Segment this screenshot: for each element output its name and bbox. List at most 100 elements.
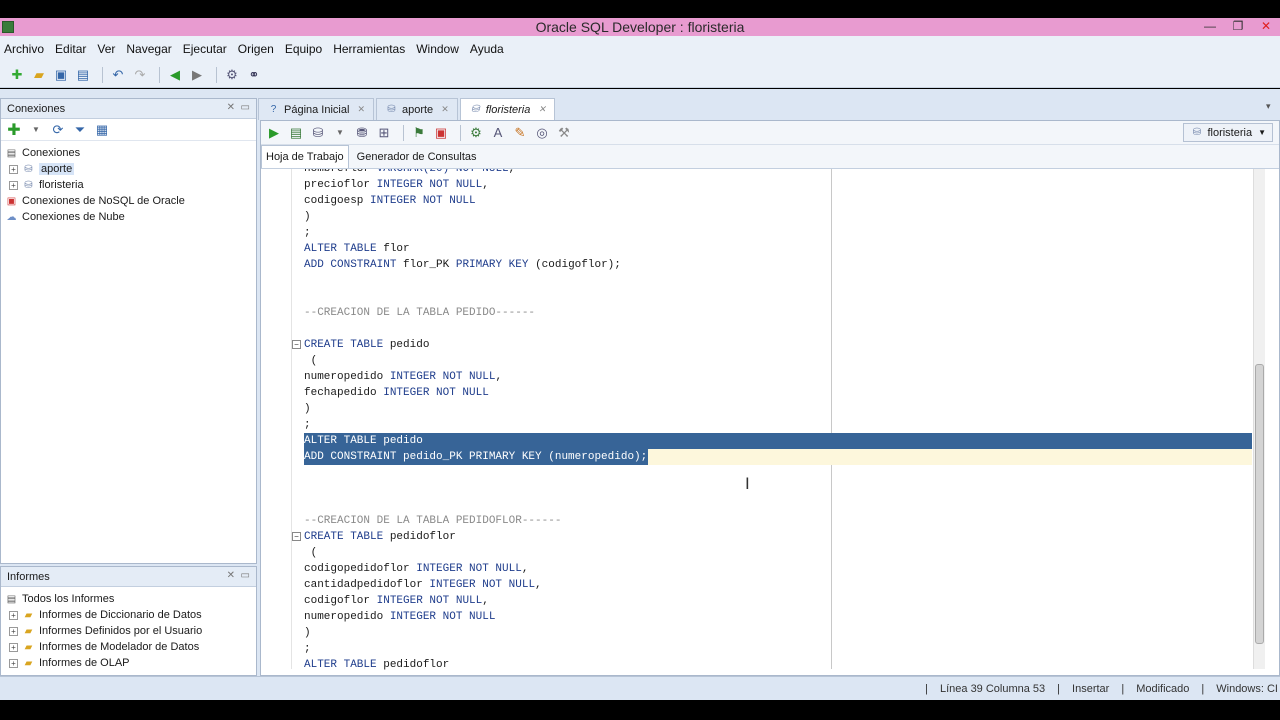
- tree-root-reports[interactable]: ▤ Todos los Informes: [5, 591, 252, 607]
- tree-root-connections[interactable]: ▤ Conexiones: [5, 145, 252, 161]
- tree-node-floristeria[interactable]: + ⛁ floristeria: [5, 177, 252, 193]
- panel-controls-icon[interactable]: ✕ ▭: [227, 570, 250, 581]
- code-line: ): [304, 403, 311, 415]
- menu-origen[interactable]: Origen: [238, 42, 274, 56]
- undo-icon[interactable]: ↶: [109, 66, 127, 84]
- separator: [216, 66, 217, 83]
- code-line: ): [304, 211, 311, 223]
- status-separator: |: [1201, 682, 1205, 695]
- expand-icon[interactable]: +: [9, 658, 18, 668]
- forward-icon[interactable]: ▶: [188, 66, 206, 84]
- menu-ayuda[interactable]: Ayuda: [470, 42, 504, 56]
- tree-node-report[interactable]: + ▰ Informes de Modelador de Datos: [5, 639, 252, 655]
- minimize-button[interactable]: —: [1196, 18, 1224, 36]
- commit-icon[interactable]: ⛁: [309, 124, 327, 142]
- tree-label: Todos los Informes: [22, 593, 115, 605]
- run-script-icon[interactable]: ▤: [287, 124, 305, 142]
- open-folder-icon[interactable]: ▰: [30, 66, 48, 84]
- text-cursor-icon: I: [745, 474, 750, 493]
- code-line: numeropedido INTEGER NOT NULL,: [304, 371, 503, 383]
- sql-worksheet: ▶ ▤ ⛁ ▼ ⛃ ⊞ ⚑ ▣ ⚙ A ✎ ◎ ⚒ ⛁ floristeria …: [260, 120, 1280, 676]
- explain-plan-icon[interactable]: ⊞: [375, 124, 393, 142]
- sql-history-icon[interactable]: ⚙: [467, 124, 485, 142]
- rollback-icon[interactable]: ⛃: [353, 124, 371, 142]
- tab-hoja-de-trabajo[interactable]: Hoja de Trabajo: [261, 145, 349, 168]
- tree-node-nosql[interactable]: ▣ Conexiones de NoSQL de Oracle: [5, 193, 252, 209]
- code-line-selected: ALTER TABLE pedido: [304, 435, 423, 447]
- scrollbar-thumb[interactable]: [1255, 364, 1264, 644]
- back-icon[interactable]: ◀: [166, 66, 184, 84]
- close-tab-icon[interactable]: ✕: [441, 104, 449, 115]
- tab-list-dropdown[interactable]: ▾: [1266, 101, 1278, 115]
- fold-toggle-icon[interactable]: −: [292, 532, 301, 541]
- separator: [460, 124, 461, 141]
- connection-select[interactable]: ⛁ floristeria ▼: [1183, 123, 1273, 142]
- save-icon[interactable]: ▣: [52, 66, 70, 84]
- title-bar: Oracle SQL Developer : floristeria — ❐ ✕: [0, 18, 1280, 36]
- tab-generador-de-consultas[interactable]: Generador de Consultas: [353, 146, 481, 168]
- code-line: nombreflor VARCHAR(20) NOT NULL,: [304, 169, 516, 175]
- tree-label: floristeria: [39, 179, 84, 191]
- tab-floristeria[interactable]: ⛁ floristeria ✕: [459, 98, 555, 120]
- tab-label: aporte: [401, 103, 434, 116]
- tree-node-report[interactable]: + ▰ Informes de OLAP: [5, 655, 252, 671]
- screen-bottom-bar: [0, 700, 1280, 720]
- close-tab-icon[interactable]: ✕: [357, 104, 365, 115]
- close-tab-icon[interactable]: ✕: [538, 104, 546, 115]
- vertical-scrollbar[interactable]: [1253, 169, 1265, 669]
- expand-icon[interactable]: +: [9, 610, 18, 620]
- chevron-down-icon[interactable]: ▼: [331, 124, 349, 142]
- code-line: codigoflor INTEGER NOT NULL,: [304, 595, 489, 607]
- format-icon[interactable]: A: [489, 124, 507, 142]
- close-button[interactable]: ✕: [1252, 18, 1280, 36]
- expand-icon[interactable]: +: [9, 626, 18, 636]
- save-all-icon[interactable]: ▤: [74, 66, 92, 84]
- menu-editar[interactable]: Editar: [55, 42, 86, 56]
- tree-label: Informes de OLAP: [39, 657, 130, 669]
- code-line: ;: [304, 227, 311, 239]
- sql-icon[interactable]: ⚙: [223, 66, 241, 84]
- unshared-sql-icon[interactable]: ⚒: [555, 124, 573, 142]
- code-editor[interactable]: − − nombreflor VARCHAR(20) NOT NULL, pre…: [261, 169, 1279, 675]
- window-title: Oracle SQL Developer : floristeria: [535, 19, 745, 35]
- menu-ejecutar[interactable]: Ejecutar: [183, 42, 227, 56]
- code-line: (: [304, 355, 318, 367]
- tree-node-report[interactable]: + ▰ Informes Definidos por el Usuario: [5, 623, 252, 639]
- new-icon[interactable]: ✚: [8, 66, 26, 84]
- connections-panel-title: Conexiones: [7, 102, 66, 115]
- filter-icon[interactable]: ⏷: [71, 121, 89, 139]
- expand-icon[interactable]: +: [9, 180, 18, 190]
- schema-browser-icon[interactable]: ▦: [93, 121, 111, 139]
- expand-icon[interactable]: +: [9, 642, 18, 652]
- code-line: ADD CONSTRAINT flor_PK PRIMARY KEY (codi…: [304, 259, 621, 271]
- menu-ver[interactable]: Ver: [97, 42, 115, 56]
- panel-controls-icon[interactable]: ✕ ▭: [227, 102, 250, 113]
- tree-node-cloud[interactable]: ☁ Conexiones de Nube: [5, 209, 252, 225]
- chevron-down-icon[interactable]: ▼: [27, 121, 45, 139]
- autotrace-icon[interactable]: ⚑: [410, 124, 428, 142]
- tab-aporte[interactable]: ⛁ aporte ✕: [375, 98, 458, 120]
- separator: [159, 66, 160, 83]
- tuning-icon[interactable]: ◎: [533, 124, 551, 142]
- restore-button[interactable]: ❐: [1224, 18, 1252, 36]
- tree-label: Informes de Diccionario de Datos: [39, 609, 202, 621]
- tree-node-aporte[interactable]: + ⛁ aporte: [5, 161, 252, 177]
- menu-window[interactable]: Window: [416, 42, 459, 56]
- fold-toggle-icon[interactable]: −: [292, 340, 301, 349]
- run-statement-icon[interactable]: ▶: [265, 124, 283, 142]
- find-db-object-icon[interactable]: ⚭: [245, 66, 263, 84]
- eraser-icon[interactable]: ✎: [511, 124, 529, 142]
- clear-icon[interactable]: ▣: [432, 124, 450, 142]
- add-connection-icon[interactable]: ✚: [5, 121, 23, 139]
- expand-icon[interactable]: +: [9, 164, 18, 174]
- menu-herramientas[interactable]: Herramientas: [333, 42, 405, 56]
- tab-pagina-inicial[interactable]: ? Página Inicial ✕: [258, 98, 374, 120]
- tree-node-report[interactable]: + ▰ Informes de Diccionario de Datos: [5, 607, 252, 623]
- redo-icon[interactable]: ↷: [131, 66, 149, 84]
- menu-navegar[interactable]: Navegar: [126, 42, 171, 56]
- menu-archivo[interactable]: Archivo: [4, 42, 44, 56]
- code-line: ): [304, 627, 311, 639]
- refresh-icon[interactable]: ⟳: [49, 121, 67, 139]
- menu-equipo[interactable]: Equipo: [285, 42, 322, 56]
- tree-label: Informes de Modelador de Datos: [39, 641, 200, 653]
